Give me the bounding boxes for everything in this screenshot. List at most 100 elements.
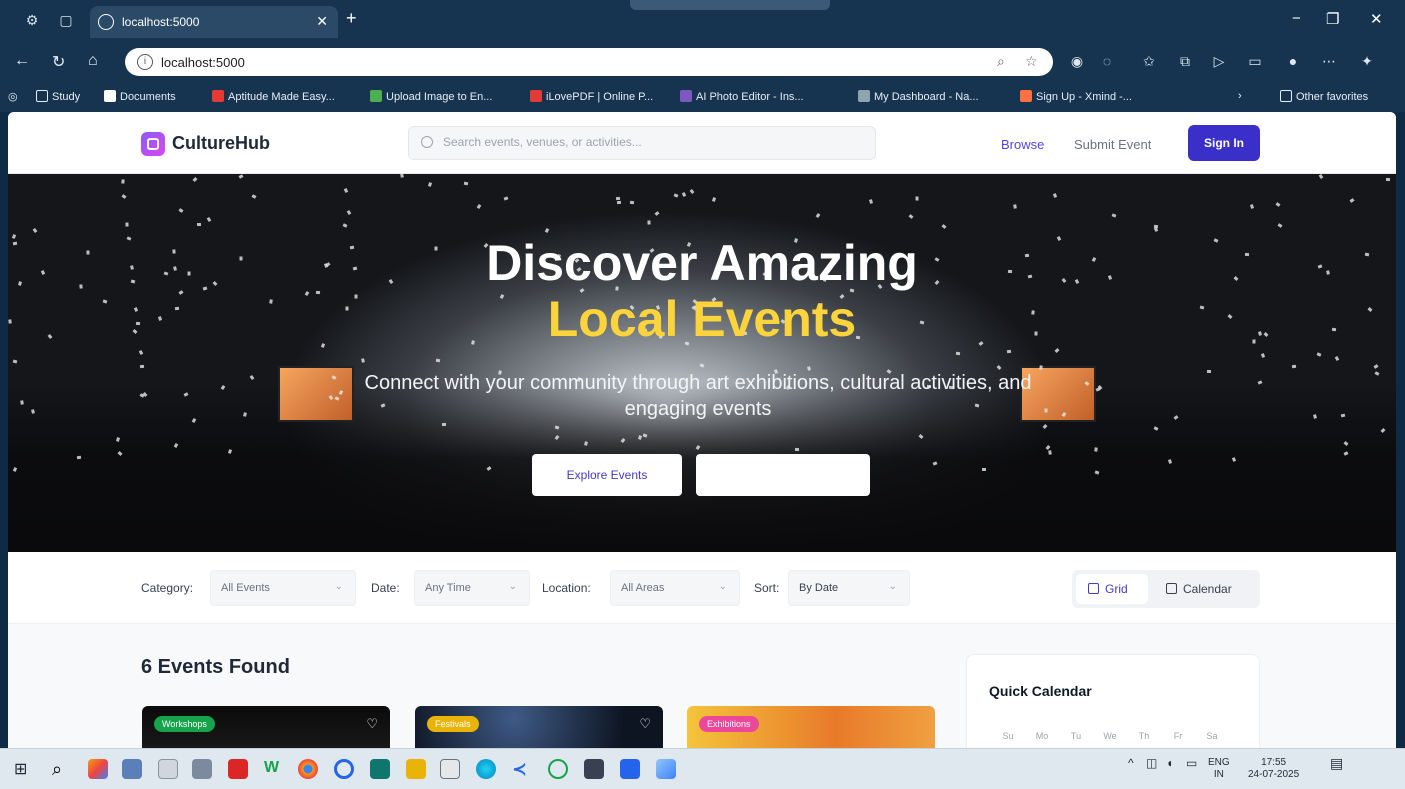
bookmark-documents[interactable]: Documents [104, 90, 176, 103]
weekday-label: Tu [1070, 731, 1082, 741]
bookmark-xmind[interactable]: Sign Up - Xmind -... [1020, 90, 1132, 103]
confetti-piece [427, 181, 432, 187]
search-box[interactable] [408, 126, 876, 160]
more-menu-icon[interactable]: ⋯ [1320, 52, 1338, 70]
vscode-icon[interactable]: ≺ [512, 759, 532, 779]
word-icon[interactable] [620, 759, 640, 779]
window-drag-region [630, 0, 830, 10]
confetti-piece [192, 176, 197, 182]
app-icon[interactable] [158, 759, 178, 779]
profile-avatar-icon[interactable]: ● [1284, 52, 1302, 70]
confetti-piece [435, 358, 440, 362]
tray-overflow-icon[interactable]: ^ [1128, 757, 1134, 769]
explore-events-button[interactable]: Explore Events [532, 454, 682, 496]
read-aloud-icon[interactable]: ▷ [1210, 52, 1228, 70]
confetti-piece [1373, 363, 1379, 369]
bookmark-icon[interactable]: ◎ [8, 90, 18, 103]
edge-icon[interactable] [476, 759, 496, 779]
search-icon[interactable]: ⌕ [52, 759, 72, 779]
nav-browse-link[interactable]: Browse [1001, 137, 1044, 152]
confetti-piece [12, 359, 18, 364]
grid-view-button[interactable]: Grid [1076, 574, 1148, 604]
app-icon[interactable] [656, 759, 676, 779]
confetti-piece [681, 192, 687, 198]
date-label: Date: [371, 581, 400, 595]
start-icon[interactable]: ⊞ [14, 759, 34, 779]
zoom-icon[interactable]: ⌕ [997, 53, 1005, 70]
url-input[interactable]: i localhost:5000 ⌕ ☆ [125, 48, 1053, 76]
terminal-icon[interactable] [370, 759, 390, 779]
bookmark-ilovepdf[interactable]: iLovePDF | Online P... [530, 90, 653, 103]
confetti-piece [1349, 198, 1355, 203]
bookmark-folder-study[interactable]: Study [36, 90, 80, 103]
home-button[interactable]: ⌂ [88, 52, 98, 70]
close-window-button[interactable]: ✕ [1370, 10, 1383, 28]
browser-tab[interactable]: localhost:5000 ✕ [90, 6, 338, 38]
bookmarks-overflow-icon[interactable]: › [1238, 90, 1242, 102]
chrome-icon[interactable] [298, 759, 318, 779]
event-card[interactable]: Workshops ♡ [142, 706, 390, 748]
event-card[interactable]: Exhibitions [687, 706, 935, 748]
favorite-heart-icon[interactable]: ♡ [639, 716, 651, 732]
profile-icon[interactable]: ⚙ [22, 10, 42, 30]
site-info-icon[interactable]: i [137, 54, 153, 70]
confetti-piece [121, 193, 127, 199]
confetti-piece [616, 200, 621, 204]
refresh-button[interactable]: ↻ [52, 52, 65, 72]
confetti-piece [476, 204, 482, 210]
date-select[interactable]: Any Time ⌄ [414, 570, 530, 606]
new-tab-button[interactable]: + [346, 8, 357, 29]
bookmark-dashboard[interactable]: My Dashboard - Na... [858, 90, 979, 103]
event-card[interactable]: Festivals ♡ [415, 706, 663, 748]
app-icon[interactable] [334, 759, 354, 779]
app-icon[interactable] [440, 759, 460, 779]
logo-icon[interactable] [141, 132, 165, 156]
sort-select[interactable]: By Date ⌄ [788, 570, 910, 606]
bookmark-upload-image[interactable]: Upload Image to En... [370, 90, 492, 103]
file-explorer-icon[interactable] [406, 759, 426, 779]
calendar-view-button[interactable]: Calendar [1154, 574, 1254, 604]
whatsapp-icon[interactable] [548, 759, 568, 779]
language-indicator[interactable]: ENG IN [1208, 757, 1230, 781]
close-tab-icon[interactable]: ✕ [316, 13, 328, 30]
bookmark-ai-photo[interactable]: AI Photo Editor - Ins... [680, 90, 804, 103]
extension-icon[interactable]: ◉ [1068, 52, 1086, 70]
location-select[interactable]: All Areas ⌄ [610, 570, 740, 606]
tab-actions-icon[interactable]: ▢ [56, 10, 76, 30]
favorite-heart-icon[interactable]: ♡ [366, 716, 378, 732]
screenshot-icon[interactable]: ▭ [1246, 52, 1264, 70]
notifications-icon[interactable]: ▤ [1330, 756, 1343, 770]
battery-icon[interactable]: ▭ [1186, 757, 1197, 769]
confetti-piece [342, 223, 348, 228]
network-icon[interactable]: ◫ [1146, 757, 1157, 769]
calendar-icon [1166, 583, 1177, 594]
volume-icon[interactable]: ◖ [1166, 757, 1173, 769]
nav-submit-event-link[interactable]: Submit Event [1074, 137, 1151, 152]
chevron-down-icon: ⌄ [888, 581, 897, 592]
favorites-icon[interactable]: ✩ [1140, 52, 1158, 70]
category-select[interactable]: All Events ⌄ [210, 570, 356, 606]
bookmark-aptitude[interactable]: Aptitude Made Easy... [212, 90, 335, 103]
calculator-icon[interactable] [192, 759, 212, 779]
bookmark-other-favorites[interactable]: Other favorites [1280, 90, 1368, 103]
app-icon[interactable] [584, 759, 604, 779]
collections-icon[interactable]: ⧉ [1176, 52, 1194, 70]
app-icon[interactable]: W [264, 759, 284, 779]
maximize-button[interactable]: ❐ [1326, 10, 1339, 28]
widgets-icon[interactable] [88, 759, 108, 779]
brand-name[interactable]: CultureHub [172, 133, 270, 154]
sign-in-button[interactable]: Sign In [1188, 125, 1260, 161]
app-icon[interactable] [122, 759, 142, 779]
secondary-hero-button[interactable] [696, 454, 870, 496]
hero-title-line2: Local Events [547, 291, 857, 347]
web-page: CultureHub Browse Submit Event Sign In D… [8, 112, 1396, 748]
favorite-star-icon[interactable]: ☆ [1025, 53, 1038, 70]
extension-icon[interactable]: ◌ [1098, 52, 1116, 70]
weekday-label: Mo [1035, 731, 1049, 741]
minimize-button[interactable]: − [1292, 10, 1301, 27]
back-button[interactable]: ← [14, 52, 30, 70]
clock[interactable]: 17:55 24-07-2025 [1248, 757, 1299, 781]
youtube-icon[interactable] [228, 759, 248, 779]
search-input[interactable] [443, 135, 863, 149]
copilot-icon[interactable]: ✦ [1358, 52, 1376, 70]
